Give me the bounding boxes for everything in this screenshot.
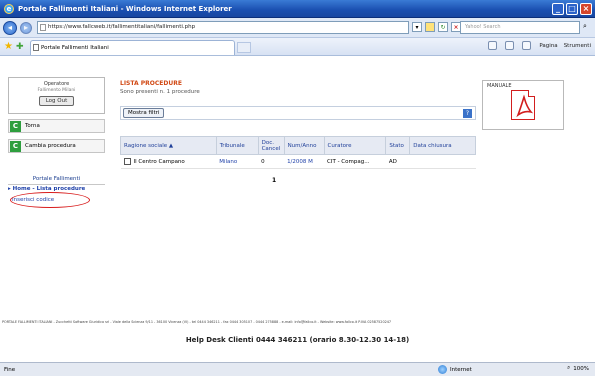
new-tab-button[interactable] [237,42,251,53]
operator-name: Fallimento Milani [37,88,76,93]
window-title: Portale Fallimenti Italiani - Windows In… [18,4,232,13]
cell-num-anno[interactable]: 1/2008 M [284,154,324,169]
col-stato[interactable]: Stato [385,136,411,155]
command-bar: Pagina Strumenti [488,41,591,50]
filter-row: Mostra filtri ? [120,106,476,120]
col-num-anno[interactable]: Num/Anno [283,136,325,155]
magnifier-icon: ⌕ [567,365,571,371]
table-header-row: Ragione sociale ▲ Tribunale Doc. Cancel … [120,136,476,155]
tools-menu[interactable]: Strumenti [564,43,591,49]
row-checkbox[interactable] [123,158,131,165]
pdf-icon[interactable] [511,90,535,120]
col-ragione-sociale[interactable]: Ragione sociale ▲ [120,136,217,155]
refresh-icon[interactable]: ↻ [438,22,448,32]
sidebar: Operatore Fallimento Milani Log Out C To… [8,72,105,272]
show-filters-button[interactable]: Mostra filtri [123,108,165,118]
portal-heading: Portale Fallimenti [32,176,81,182]
tab-page-icon [33,44,39,51]
operator-label: Operatore [43,81,70,87]
highlight-ellipse [10,192,90,208]
sidebar-item-label: Torna [25,123,40,129]
page-menu[interactable]: Pagina [539,43,557,49]
divider [8,184,105,185]
url-input[interactable]: https://www.fallcweb.it/fallimentitalian… [37,21,409,34]
home-icon[interactable] [488,41,498,50]
main-panel: LISTA PROCEDURE Sono presenti n. 1 proce… [120,80,478,184]
status-text: Fine [4,366,16,373]
security-zone: Internet [438,365,472,374]
manual-box[interactable]: MANUALE [482,80,564,130]
status-bar: Fine Internet ⌕ 100% [0,362,595,376]
page-icon [40,24,46,31]
address-actions: ▾ ↻ × [412,22,461,32]
col-doc-cancel[interactable]: Doc. Cancel [257,136,285,155]
favorites-star-icon[interactable]: ★ [4,41,13,52]
company-name: Il Centro Campano [133,159,185,165]
manual-label: MANUALE [487,83,512,89]
sidebar-item-label: Cambia procedura [25,143,76,149]
cell-tribunale[interactable]: Milano [216,154,259,169]
globe-icon [438,365,447,374]
table-row[interactable]: Il Centro Campano Milano 0 1/2008 M CIT … [120,154,476,169]
ie-logo-icon: e [4,3,14,14]
logout-button[interactable]: Log Out [38,96,75,106]
search-input[interactable]: Yahoo! Search [460,21,580,34]
add-favorite-icon[interactable]: ✚ [16,42,24,52]
minimize-button[interactable]: _ [552,3,564,15]
window-titlebar: e Portale Fallimenti Italiani - Windows … [0,0,595,18]
procedures-table: Ragione sociale ▲ Tribunale Doc. Cancel … [120,136,476,169]
col-tribunale[interactable]: Tribunale [215,136,259,155]
tab-title: Portale Fallimenti Italiani [41,45,109,51]
cell-ragione-sociale[interactable]: Il Centro Campano [120,154,217,169]
page-title: LISTA PROCEDURE [120,80,182,87]
cell-curatore: CIT - Compag... [324,154,386,169]
zone-label: Internet [450,366,472,373]
browser-tab[interactable]: Portale Fallimenti Italiani [30,40,235,55]
window-controls: _ □ × [552,3,592,15]
page-content: Operatore Fallimento Milani Log Out C To… [0,56,595,362]
col-data-chiusura[interactable]: Data chiusura [409,136,476,155]
back-button[interactable]: ◂ [3,20,17,35]
operator-box: Operatore Fallimento Milani Log Out [8,77,105,114]
helpdesk-info: Help Desk Clienti 0444 346211 (orario 8.… [185,336,410,344]
zoom-control[interactable]: ⌕ 100% [567,365,589,372]
procedure-count: Sono presenti n. 1 procedure [120,89,200,95]
maximize-button[interactable]: □ [566,3,578,15]
back-arrow-icon: C [10,120,21,132]
zoom-level: 100% [573,365,589,372]
address-bar: ◂ ▸ https://www.fallcweb.it/fallimentita… [0,18,595,38]
search-icon[interactable]: ⌕ [583,22,593,32]
favorites-bar: ★ ✚ Portale Fallimenti Italiani Pagina S… [0,38,595,56]
switch-icon: C [10,140,21,152]
cell-data-chiusura [409,154,476,169]
footer-company-info: PORTALE FALLIMENTI ITALIANI - Zucchetti … [2,320,392,324]
sidebar-item-torna[interactable]: C Torna [8,119,105,133]
url-text: https://www.fallcweb.it/fallimentitalian… [48,24,196,30]
close-button[interactable]: × [580,3,592,15]
print-icon[interactable] [522,41,532,50]
help-icon[interactable]: ? [463,109,472,118]
cell-doc-cancel: 0 [258,154,285,169]
feeds-icon[interactable] [505,41,515,50]
lock-icon[interactable] [425,22,435,32]
pdf-curl [528,90,535,97]
dropdown-icon[interactable]: ▾ [412,22,422,32]
sidebar-item-cambia-procedura[interactable]: C Cambia procedura [8,139,105,153]
cell-stato: AD [385,154,410,169]
col-curatore[interactable]: Curatore [323,136,387,155]
forward-button[interactable]: ▸ [20,21,32,34]
pagination[interactable]: 1 [272,177,276,184]
